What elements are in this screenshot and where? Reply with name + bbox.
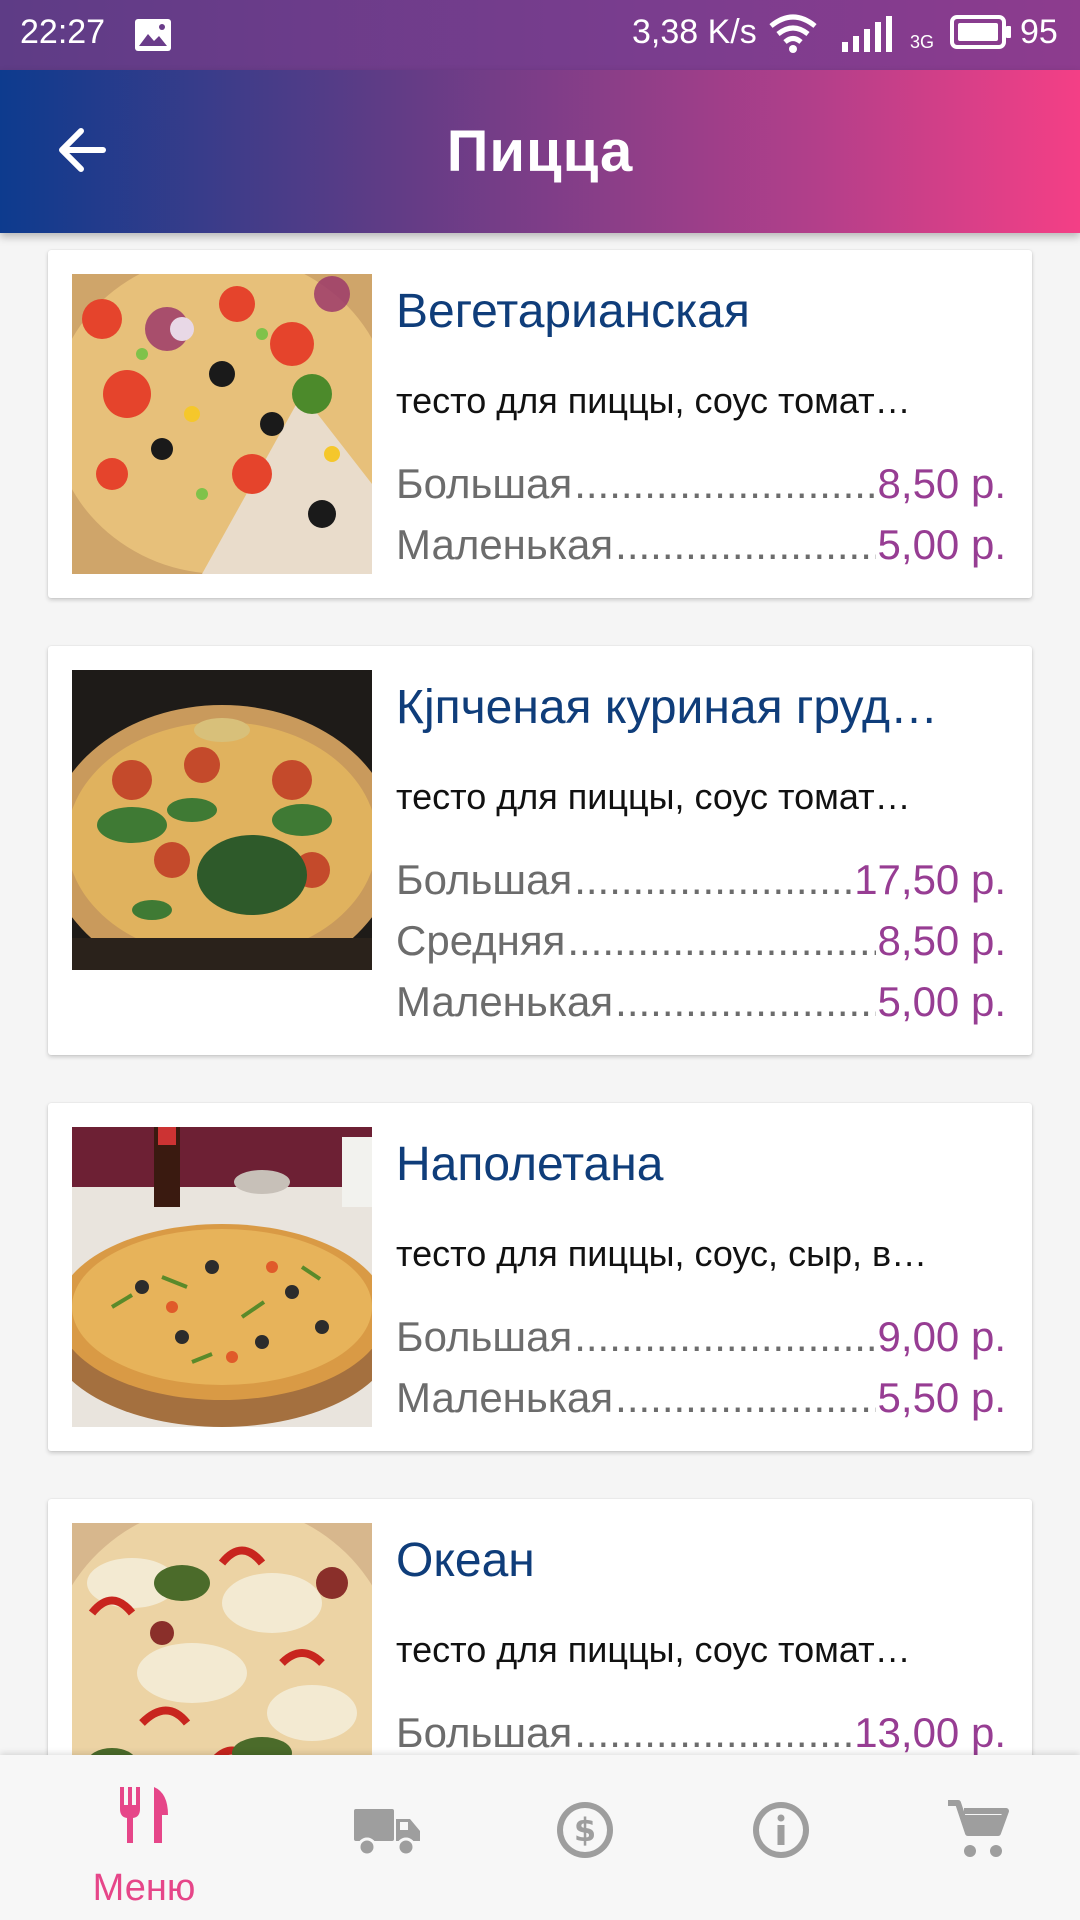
nav-info[interactable]: [684, 1755, 900, 1920]
price-row[interactable]: Маленькая ..............................…: [396, 1374, 1006, 1435]
dot-leader: ........................................…: [615, 521, 875, 568]
nav-cart[interactable]: [900, 1755, 1080, 1920]
info-icon: [753, 1802, 809, 1858]
price-value: 5,50 р.: [877, 1374, 1006, 1421]
app-bar: Пицца: [0, 70, 1080, 233]
price-row[interactable]: Большая ................................…: [396, 856, 1006, 917]
dot-leader: ........................................…: [615, 978, 875, 1025]
price-row[interactable]: Средняя ................................…: [396, 917, 1006, 978]
price-value: 9,00 р.: [877, 1313, 1006, 1360]
battery-icon: [950, 15, 1011, 49]
product-name: Вегетарианская: [396, 285, 750, 338]
nav-menu-label: Меню: [92, 1867, 196, 1909]
size-label: Большая: [396, 856, 573, 903]
product-description: тесто для пиццы, соус томат…: [396, 1629, 911, 1670]
dot-leader: ........................................…: [574, 1709, 853, 1755]
product-card[interactable]: Океан тесто для пиццы, соус томат… Больш…: [48, 1499, 1032, 1755]
dot-leader: ........................................…: [574, 1313, 876, 1360]
size-label: Маленькая: [396, 978, 614, 1025]
fork-knife-icon: [120, 1787, 168, 1843]
product-list[interactable]: Вегетарианская тесто для пиццы, соус том…: [0, 233, 1080, 1755]
price-value: 8,50 р.: [877, 917, 1006, 964]
image-notification-icon: [135, 19, 171, 51]
page-title: Пицца: [446, 119, 634, 184]
price-list: Большая ................................…: [396, 1709, 1006, 1755]
bottom-navigation: Меню $: [0, 1755, 1080, 1920]
size-label: Большая: [396, 1313, 573, 1360]
product-image: [72, 1523, 372, 1755]
dot-leader: ........................................…: [574, 460, 876, 507]
product-image: [72, 1127, 372, 1427]
wifi-icon: [769, 14, 817, 53]
nav-payment[interactable]: $: [468, 1755, 684, 1920]
size-label: Большая: [396, 1709, 573, 1755]
svg-text:$: $: [574, 1811, 596, 1849]
product-card[interactable]: Вегетарианская тесто для пиццы, соус том…: [48, 250, 1032, 598]
size-label: Большая: [396, 460, 573, 507]
dot-leader: ........................................…: [567, 917, 875, 964]
size-label: Маленькая: [396, 521, 614, 568]
signal-icon: [842, 16, 892, 52]
price-value: 5,00 р.: [877, 521, 1006, 568]
price-list: Большая ................................…: [396, 460, 1006, 582]
network-type: 3G: [910, 32, 935, 52]
product-description: тесто для пиццы, соус томат…: [396, 776, 911, 817]
price-row[interactable]: Большая ................................…: [396, 1709, 1006, 1755]
truck-icon: [354, 1809, 420, 1857]
nav-delivery[interactable]: [252, 1755, 468, 1920]
dot-leader: ........................................…: [615, 1374, 875, 1421]
price-value: 5,00 р.: [877, 978, 1006, 1025]
product-description: тесто для пиццы, соус, сыр, в…: [396, 1233, 928, 1274]
battery-level: 95: [1020, 13, 1058, 51]
product-name: Кјпченая куриная груд…: [396, 681, 938, 734]
product-name: Океан: [396, 1534, 535, 1587]
size-label: Маленькая: [396, 1374, 614, 1421]
product-card[interactable]: Наполетана тесто для пиццы, соус, сыр, в…: [48, 1103, 1032, 1451]
price-value: 8,50 р.: [877, 460, 1006, 507]
price-row[interactable]: Маленькая ..............................…: [396, 978, 1006, 1039]
product-image: [72, 274, 372, 574]
price-value: 17,50 р.: [854, 856, 1006, 903]
dot-leader: ........................................…: [574, 856, 853, 903]
price-row[interactable]: Маленькая ..............................…: [396, 521, 1006, 582]
price-row[interactable]: Большая ................................…: [396, 460, 1006, 521]
dollar-icon: $: [557, 1802, 613, 1858]
status-time: 22:27: [20, 13, 106, 51]
size-label: Средняя: [396, 917, 566, 964]
product-description: тесто для пиццы, соус томат…: [396, 380, 911, 421]
product-name: Наполетана: [396, 1138, 664, 1191]
cart-icon: [948, 1800, 1009, 1857]
price-value: 13,00 р.: [854, 1709, 1006, 1755]
price-list: Большая ................................…: [396, 1313, 1006, 1435]
product-card[interactable]: Кјпченая куриная груд… тесто для пиццы, …: [48, 646, 1032, 1055]
status-bar: 22:27 3,38 K/s 3G 95: [0, 0, 1080, 70]
price-row[interactable]: Большая ................................…: [396, 1313, 1006, 1374]
nav-menu[interactable]: Меню: [36, 1755, 252, 1920]
network-speed: 3,38 K/s: [632, 13, 757, 51]
price-list: Большая ................................…: [396, 856, 1006, 1039]
product-image: [72, 670, 372, 970]
